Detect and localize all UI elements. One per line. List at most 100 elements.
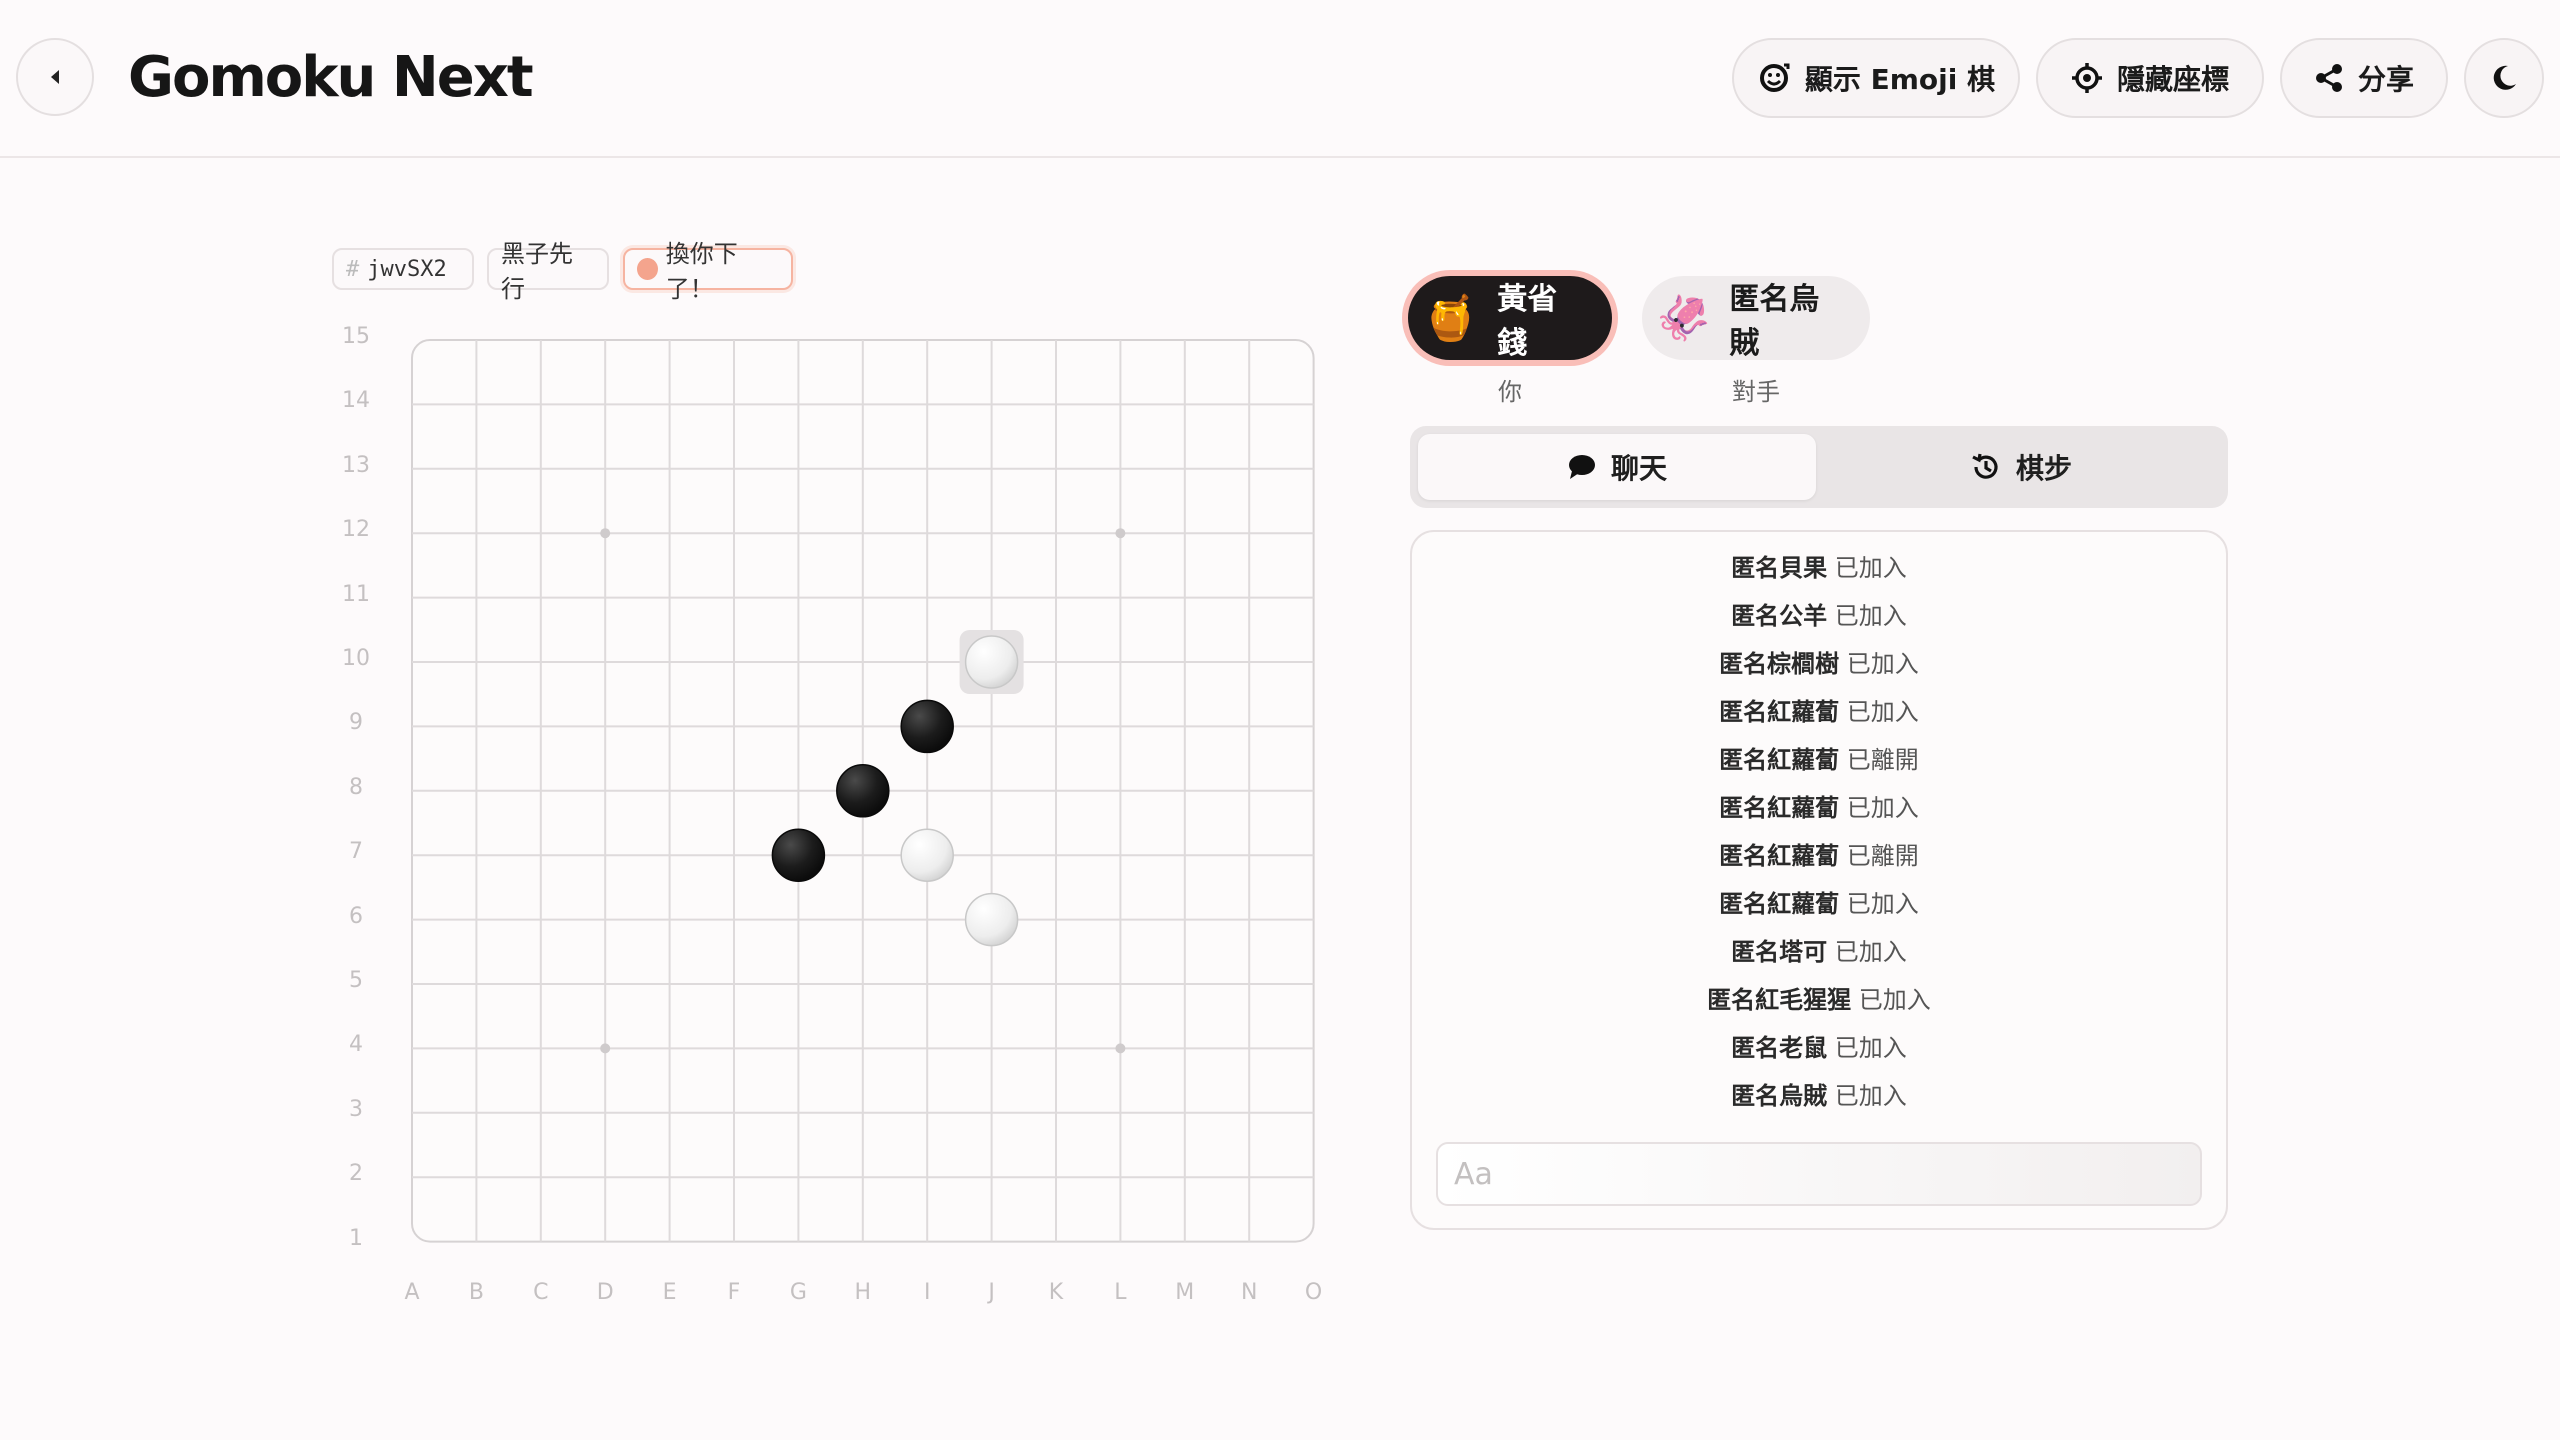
first-move-chip: 黑子先行 <box>487 240 609 303</box>
chat-message-action: 已離開 <box>1839 746 1919 774</box>
share-label: 分享 <box>2357 63 2414 96</box>
honey-pot-icon: 🍯 <box>1423 293 1478 344</box>
column-label: B <box>468 1279 484 1305</box>
column-label: G <box>789 1279 807 1305</box>
chat-message-action: 已加入 <box>1851 986 1931 1014</box>
star-point <box>1115 1043 1126 1054</box>
row-label: 14 <box>342 388 370 414</box>
side-tabs: 聊天 棋步 <box>1410 426 2228 508</box>
tab-moves-label: 棋步 <box>2015 452 2072 485</box>
app-title: Gomoku Next <box>128 45 534 110</box>
share-icon <box>2315 64 2342 92</box>
toggle-emoji-label: 顯示 Emoji 棋 <box>1804 63 1996 96</box>
row-label: 10 <box>342 646 370 671</box>
row-label: 3 <box>349 1096 363 1122</box>
chat-message-action: 已加入 <box>1827 554 1907 582</box>
chat-message: 匿名烏賊 已加入 <box>1412 1072 2226 1120</box>
column-label: J <box>988 1279 995 1305</box>
chat-message-action: 已離開 <box>1839 842 1919 870</box>
chat-message: 匿名紅蘿蔔 已加入 <box>1412 688 2226 736</box>
column-label: F <box>727 1279 741 1305</box>
player-me-name: 黃省錢 <box>1497 282 1558 361</box>
hash-icon: # <box>346 256 360 282</box>
caret-left-icon <box>51 70 59 84</box>
row-label: 13 <box>342 452 370 478</box>
chat-message-action: 已加入 <box>1839 890 1919 918</box>
chat-message-action: 已加入 <box>1839 794 1919 822</box>
black-stone <box>900 699 954 754</box>
row-label: 2 <box>349 1161 363 1187</box>
tab-chat-label: 聊天 <box>1610 452 1667 485</box>
chat-message-action: 已加入 <box>1827 1082 1907 1110</box>
toggle-emoji-button[interactable]: 顯示 Emoji 棋 <box>1732 38 2020 118</box>
room-id: jwvSX2 <box>367 256 447 282</box>
tab-moves[interactable]: 棋步 <box>1822 434 2220 500</box>
column-label: D <box>596 1279 614 1305</box>
chat-message-user: 匿名紅蘿蔔 <box>1719 794 1840 822</box>
chat-message: 匿名貝果 已加入 <box>1412 544 2226 592</box>
row-label: 15 <box>342 324 370 349</box>
white-stone <box>964 892 1019 947</box>
column-label: K <box>1048 1279 1064 1305</box>
toggle-coordinates-label: 隱藏座標 <box>2116 63 2229 96</box>
chat-input[interactable] <box>1436 1142 2202 1206</box>
chat-message-action: 已加入 <box>1839 698 1919 726</box>
tab-chat[interactable]: 聊天 <box>1418 434 1816 500</box>
toggle-coordinates-button[interactable]: 隱藏座標 <box>2036 38 2264 118</box>
black-stone <box>771 828 826 882</box>
chat-message: 匿名紅蘿蔔 已加入 <box>1412 880 2226 928</box>
first-move-text: 黑子先行 <box>501 240 573 303</box>
chat-message-action: 已加入 <box>1827 602 1907 630</box>
chat-message: 匿名紅蘿蔔 已離開 <box>1412 832 2226 880</box>
column-label: L <box>1114 1279 1127 1305</box>
chat-message-action: 已加入 <box>1839 650 1919 678</box>
row-label: 5 <box>349 968 363 993</box>
column-label: O <box>1304 1279 1323 1305</box>
row-label: 4 <box>349 1032 363 1058</box>
chat-message-user: 匿名紅毛猩猩 <box>1707 986 1852 1014</box>
row-label: 1 <box>349 1225 363 1251</box>
chat-message-user: 匿名塔可 <box>1731 938 1828 966</box>
theme-toggle-button[interactable] <box>2464 38 2544 118</box>
player-me-badge: 🍯 黃省錢 <box>1408 276 1612 361</box>
white-stone <box>900 828 954 882</box>
column-label: E <box>662 1279 677 1305</box>
white-stone <box>964 635 1019 689</box>
row-label: 11 <box>342 581 370 607</box>
chat-message: 匿名公羊 已加入 <box>1412 592 2226 640</box>
chat-message-user: 匿名棕櫚樹 <box>1719 650 1840 678</box>
chat-message-action: 已加入 <box>1827 1034 1907 1062</box>
chat-message-user: 匿名貝果 <box>1731 554 1828 582</box>
star-point <box>1115 528 1126 539</box>
share-button[interactable]: 分享 <box>2280 38 2448 118</box>
row-label: 9 <box>349 710 363 736</box>
gomoku-board[interactable] <box>400 320 1340 1260</box>
room-id-chip[interactable]: # jwvSX2 <box>332 248 474 290</box>
star-point <box>600 528 611 539</box>
black-stone <box>836 764 890 818</box>
turn-status-text: 換你下了！ <box>665 240 738 303</box>
chat-message-user: 匿名老鼠 <box>1731 1034 1828 1062</box>
back-button[interactable] <box>16 38 94 116</box>
turn-status-chip: 換你下了！ <box>623 240 793 303</box>
chat-message: 匿名棕櫚樹 已加入 <box>1412 640 2226 688</box>
player-me-role: 你 <box>1498 378 1522 406</box>
history-icon <box>1972 453 1998 479</box>
player-opponent-name: 匿名烏賊 <box>1729 282 1820 361</box>
row-label: 6 <box>349 903 363 929</box>
chat-message-user: 匿名紅蘿蔔 <box>1719 746 1840 774</box>
chat-message: 匿名紅蘿蔔 已加入 <box>1412 784 2226 832</box>
top-bar: Gomoku Next 顯示 Emoji 棋 隱藏座標 分享 <box>0 0 2560 158</box>
column-label: C <box>533 1279 549 1305</box>
chat-message: 匿名老鼠 已加入 <box>1412 1024 2226 1072</box>
moon-icon <box>2493 65 2516 90</box>
row-label: 7 <box>349 839 363 865</box>
speech-bubble-icon <box>1568 455 1595 479</box>
column-label: A <box>404 1279 420 1305</box>
chat-message-list[interactable]: 匿名貝果 已加入 匿名公羊 已加入 匿名棕櫚樹 已加入 匿名紅蘿蔔 已加入 匿名紅蘿蔔 … <box>1412 544 2226 1120</box>
star-point <box>600 1043 611 1054</box>
chat-message-user: 匿名紅蘿蔔 <box>1719 890 1840 918</box>
player-opponent-role: 對手 <box>1732 378 1780 406</box>
column-label: H <box>854 1279 872 1305</box>
row-label: 12 <box>342 517 370 543</box>
